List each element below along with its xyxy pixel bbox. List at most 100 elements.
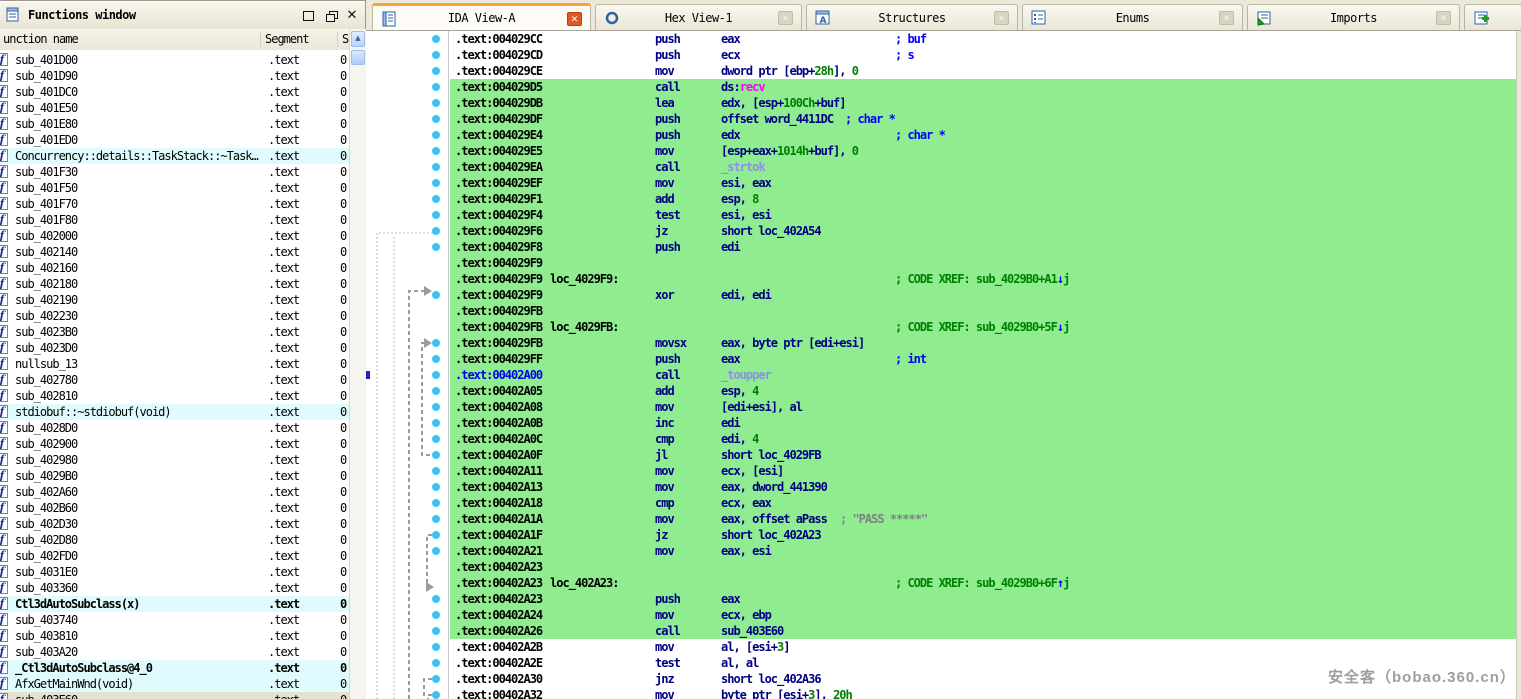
function-row[interactable]: fsub_401ED0.text0 [0,132,349,148]
function-row[interactable]: fsub_402900.text0 [0,436,349,452]
disassembly-line[interactable]: .text:004029DBleaedx, [esp+100Ch+buf] [450,95,1516,111]
float-button[interactable] [322,9,338,23]
function-row[interactable]: fsub_403810.text0 [0,628,349,644]
function-row[interactable]: fsub_4023D0.text0 [0,340,349,356]
function-row[interactable]: fsub_401E80.text0 [0,116,349,132]
disassembly-line[interactable]: .text:004029CEmovdword ptr [ebp+28h], 0 [450,63,1516,79]
disassembly-line[interactable]: .text:00402A0Fjlshort loc_4029FB [450,447,1516,463]
disassembly-line[interactable]: .text:004029D5callds:recv [450,79,1516,95]
column-divider[interactable] [337,32,338,47]
disassembly-line[interactable]: .text:004029FBloc_4029FB:; CODE XREF: su… [450,319,1516,335]
disassembly-line[interactable]: .text:00402A05addesp, 4 [450,383,1516,399]
maximize-button[interactable] [300,9,316,23]
function-row[interactable]: fsub_402180.text0 [0,276,349,292]
column-divider[interactable] [260,32,261,47]
function-row[interactable]: fsub_4029B0.text0 [0,468,349,484]
disassembly-line[interactable]: .text:004029F1addesp, 8 [450,191,1516,207]
disassembly-line[interactable]: .text:00402A26callsub_403E60 [450,623,1516,639]
tab-close-icon[interactable]: ✕ [567,12,582,26]
function-row[interactable]: fsub_402780.text0 [0,372,349,388]
disassembly-line[interactable]: .text:00402A18cmpecx, eax [450,495,1516,511]
function-row[interactable]: fsub_401F50.text0 [0,180,349,196]
disassembly-line[interactable]: .text:00402A23loc_402A23:; CODE XREF: su… [450,575,1516,591]
function-row[interactable]: fsub_402B60.text0 [0,500,349,516]
tab-close-icon[interactable]: ✕ [1436,11,1451,25]
disassembly-line[interactable]: .text:00402A13moveax, dword_441390 [450,479,1516,495]
disassembly-line[interactable]: .text:004029E5mov[esp+eax+1014h+buf], 0 [450,143,1516,159]
disassembly-line[interactable]: .text:00402A0Bincedi [450,415,1516,431]
function-row[interactable]: fsub_402980.text0 [0,452,349,468]
function-row[interactable]: fsub_403E60.text0 [0,692,349,699]
tab-imports[interactable]: Imports✕ [1247,4,1460,30]
disassembly-line[interactable]: .text:00402A11movecx, [esi] [450,463,1516,479]
disassembly-line[interactable]: .text:00402A08mov[edi+esi], al [450,399,1516,415]
disassembly-line[interactable]: .text:004029EFmovesi, eax [450,175,1516,191]
disassembly-line[interactable]: .text:00402A00call_toupper [450,367,1516,383]
function-row[interactable]: fsub_402000.text0 [0,228,349,244]
function-row[interactable]: fstdiobuf::~stdiobuf(void).text0 [0,404,349,420]
column-header-start[interactable]: S [342,32,348,46]
tab-partial[interactable] [1464,4,1521,30]
tab-close-icon[interactable]: ✕ [1219,11,1234,25]
listing-scrollbar[interactable] [1516,31,1521,699]
function-row[interactable]: fsub_402190.text0 [0,292,349,308]
function-row[interactable]: fConcurrency::details::TaskStack::~Task…… [0,148,349,164]
disassembly-line[interactable]: .text:004029F4testesi, esi [450,207,1516,223]
tab-enums[interactable]: Enums✕ [1022,4,1243,30]
function-row[interactable]: fsub_402FD0.text0 [0,548,349,564]
disassembly-line[interactable]: .text:004029F9 [450,255,1516,271]
disassembly-line[interactable]: .text:004029E4pushedx; char * [450,127,1516,143]
disassembly-line[interactable]: .text:004029CDpushecx; s [450,47,1516,63]
scroll-up-button[interactable]: ▲ [351,31,365,47]
function-row[interactable]: fsub_401F80.text0 [0,212,349,228]
function-row[interactable]: fnullsub_13.text0 [0,356,349,372]
disassembly-line[interactable]: .text:004029FB [450,303,1516,319]
function-row[interactable]: fsub_401E50.text0 [0,100,349,116]
function-row[interactable]: fsub_402160.text0 [0,260,349,276]
disassembly-line[interactable]: .text:00402A0Ccmpedi, 4 [450,431,1516,447]
disassembly-line[interactable]: .text:004029DFpushoffset word_4411DC; ch… [450,111,1516,127]
tab-close-icon[interactable]: ✕ [778,11,793,25]
function-row[interactable]: fsub_403A20.text0 [0,644,349,660]
column-header-segment[interactable]: Segment [265,32,309,46]
function-row[interactable]: fsub_401D90.text0 [0,68,349,84]
function-row[interactable]: fsub_403740.text0 [0,612,349,628]
function-row[interactable]: fsub_401F70.text0 [0,196,349,212]
functions-window-titlebar[interactable]: Functions window ✕ [0,2,365,30]
function-row[interactable]: fsub_401F30.text0 [0,164,349,180]
function-row[interactable]: fsub_402230.text0 [0,308,349,324]
disassembly-line[interactable]: .text:004029F9loc_4029F9:; CODE XREF: su… [450,271,1516,287]
column-header-function-name[interactable]: unction name [3,32,78,46]
disassembly-line[interactable]: .text:00402A1Amoveax, offset aPass; "PAS… [450,511,1516,527]
disassembly-line[interactable]: .text:00402A1Fjzshort loc_402A23 [450,527,1516,543]
disassembly-line[interactable]: .text:00402A23pusheax [450,591,1516,607]
function-row[interactable]: fsub_401DC0.text0 [0,84,349,100]
disassembly-line[interactable]: .text:00402A21moveax, esi [450,543,1516,559]
disassembly-line[interactable]: .text:00402A24movecx, ebp [450,607,1516,623]
scrollbar-thumb[interactable] [351,50,365,65]
disassembly-line[interactable]: .text:004029FFpusheax; int [450,351,1516,367]
functions-scrollbar[interactable]: ▲ [349,29,366,699]
tab-structures[interactable]: AStructures✕ [806,4,1018,30]
disassembly-line[interactable]: .text:004029FBmovsxeax, byte ptr [edi+es… [450,335,1516,351]
tab-hex-view-1[interactable]: Hex View-1✕ [595,4,802,30]
disassembly-line[interactable]: .text:004029F6jzshort loc_402A54 [450,223,1516,239]
function-row[interactable]: fsub_402140.text0 [0,244,349,260]
disassembly-line[interactable]: .text:00402A2Bmoval, [esi+3] [450,639,1516,655]
function-row[interactable]: fsub_402810.text0 [0,388,349,404]
close-button[interactable]: ✕ [344,9,360,23]
function-row[interactable]: fsub_4023B0.text0 [0,324,349,340]
function-row[interactable]: fAfxGetMainWnd(void).text0 [0,676,349,692]
disassembly-line[interactable]: .text:004029CCpusheax; buf [450,31,1516,47]
disassembly-line[interactable]: .text:00402A32movbyte ptr [esi+3], 20h [450,687,1516,699]
function-row[interactable]: fsub_402A60.text0 [0,484,349,500]
disassembly-line[interactable]: .text:004029EAcall_strtok [450,159,1516,175]
function-row[interactable]: fsub_4031E0.text0 [0,564,349,580]
function-row[interactable]: fsub_402D30.text0 [0,516,349,532]
function-row[interactable]: fsub_402D80.text0 [0,532,349,548]
function-row[interactable]: fsub_4028D0.text0 [0,420,349,436]
function-row[interactable]: f_Ctl3dAutoSubclass@4_0.text0 [0,660,349,676]
disassembly-line[interactable]: .text:00402A23 [450,559,1516,575]
function-row[interactable]: fsub_403360.text0 [0,580,349,596]
function-row[interactable]: fCtl3dAutoSubclass(x).text0 [0,596,349,612]
